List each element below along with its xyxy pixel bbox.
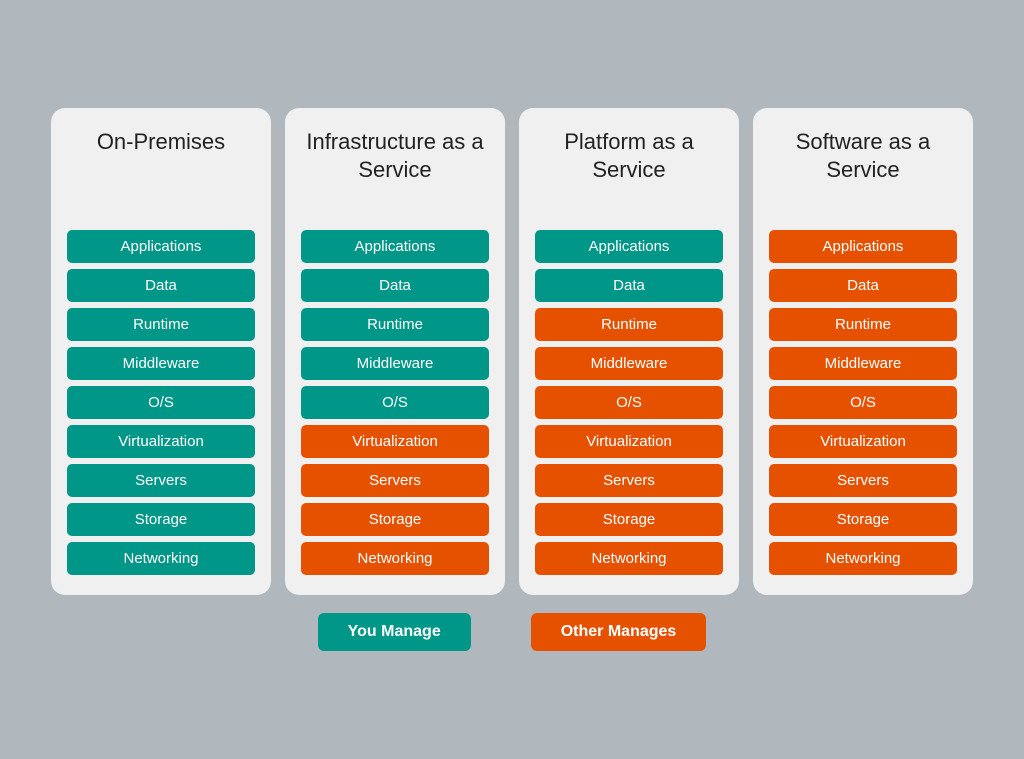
item-servers-on-premises: Servers (67, 464, 255, 497)
item-applications-paas: Applications (535, 230, 723, 263)
item-o/s-iaas: O/S (301, 386, 489, 419)
column-title-iaas: Infrastructure as a Service (301, 128, 489, 208)
item-runtime-iaas: Runtime (301, 308, 489, 341)
item-middleware-paas: Middleware (535, 347, 723, 380)
item-networking-saas: Networking (769, 542, 957, 575)
column-on-premises: On-Premises Applications Data Runtime Middle… (51, 108, 271, 595)
item-o/s-on-premises: O/S (67, 386, 255, 419)
item-runtime-saas: Runtime (769, 308, 957, 341)
columns-row: On-Premises Applications Data Runtime Middle… (20, 108, 1004, 595)
column-title-paas: Platform as a Service (535, 128, 723, 208)
item-virtualization-on-premises: Virtualization (67, 425, 255, 458)
column-saas: Software as a Service Applications Data Run… (753, 108, 973, 595)
other-manages-button: Other Manages (531, 613, 707, 651)
item-servers-iaas: Servers (301, 464, 489, 497)
item-data-saas: Data (769, 269, 957, 302)
item-servers-paas: Servers (535, 464, 723, 497)
item-networking-on-premises: Networking (67, 542, 255, 575)
item-networking-iaas: Networking (301, 542, 489, 575)
item-networking-paas: Networking (535, 542, 723, 575)
items-list-on-premises: Applications Data Runtime Middleware O/S Virt… (67, 230, 255, 575)
column-paas: Platform as a Service Applications Data Run… (519, 108, 739, 595)
item-virtualization-saas: Virtualization (769, 425, 957, 458)
main-container: On-Premises Applications Data Runtime Middle… (20, 108, 1004, 651)
you-manage-button: You Manage (318, 613, 471, 651)
legend-row: You Manage Other Manages (318, 613, 707, 651)
column-iaas: Infrastructure as a Service Applications D… (285, 108, 505, 595)
item-virtualization-paas: Virtualization (535, 425, 723, 458)
item-runtime-on-premises: Runtime (67, 308, 255, 341)
item-storage-on-premises: Storage (67, 503, 255, 536)
items-list-paas: Applications Data Runtime Middleware O/S Virt… (535, 230, 723, 575)
items-list-iaas: Applications Data Runtime Middleware O/S Virt… (301, 230, 489, 575)
item-middleware-on-premises: Middleware (67, 347, 255, 380)
item-storage-paas: Storage (535, 503, 723, 536)
item-virtualization-iaas: Virtualization (301, 425, 489, 458)
item-o/s-paas: O/S (535, 386, 723, 419)
item-o/s-saas: O/S (769, 386, 957, 419)
item-data-paas: Data (535, 269, 723, 302)
item-servers-saas: Servers (769, 464, 957, 497)
item-storage-iaas: Storage (301, 503, 489, 536)
item-applications-on-premises: Applications (67, 230, 255, 263)
item-applications-saas: Applications (769, 230, 957, 263)
item-middleware-iaas: Middleware (301, 347, 489, 380)
item-storage-saas: Storage (769, 503, 957, 536)
item-data-on-premises: Data (67, 269, 255, 302)
column-title-on-premises: On-Premises (97, 128, 225, 208)
item-runtime-paas: Runtime (535, 308, 723, 341)
item-applications-iaas: Applications (301, 230, 489, 263)
item-middleware-saas: Middleware (769, 347, 957, 380)
column-title-saas: Software as a Service (769, 128, 957, 208)
items-list-saas: Applications Data Runtime Middleware O/S Virt… (769, 230, 957, 575)
item-data-iaas: Data (301, 269, 489, 302)
